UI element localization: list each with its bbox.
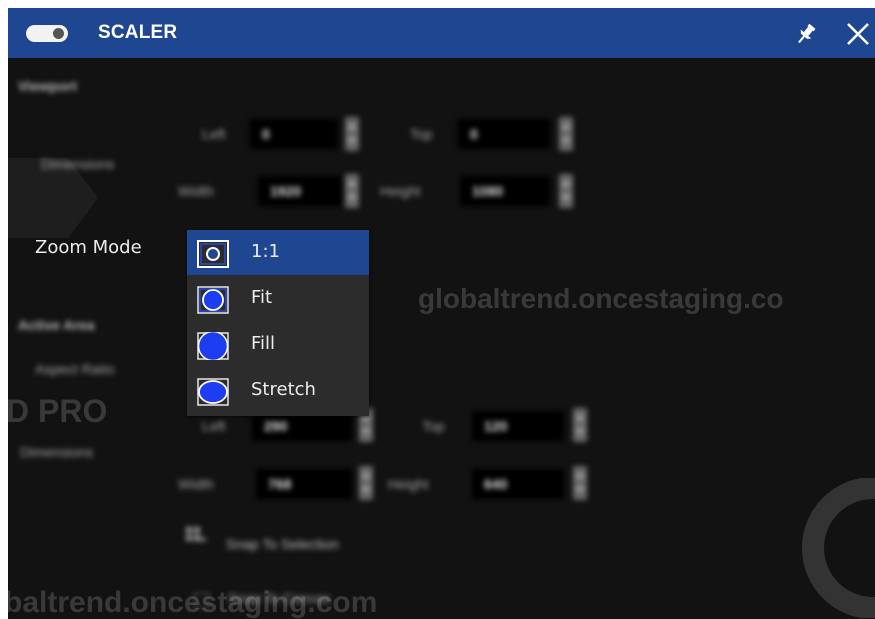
viewport-top-label: Top	[410, 126, 433, 142]
active-top-stepper[interactable]	[573, 408, 587, 442]
viewport-top-input[interactable]: 0	[458, 119, 550, 149]
viewport-width-stepper[interactable]	[345, 174, 359, 208]
scaler-window: SCALER Viewport Dimensions Left 0 Top 0 …	[8, 8, 875, 619]
viewport-section-label: Viewport	[18, 78, 77, 94]
zoom-option-label: Stretch	[251, 379, 316, 400]
zoom-fill-icon	[197, 332, 229, 360]
viewport-width-input[interactable]: 1920	[258, 176, 342, 206]
window-title: SCALER	[98, 22, 178, 43]
active-area-section-label: Active Area	[18, 317, 95, 333]
snap-to-canvas-label[interactable]: Snap To Canvas	[228, 590, 330, 606]
toggle-switch-icon[interactable]	[26, 25, 68, 42]
active-left-label: Left	[202, 418, 226, 434]
watermark-shape	[8, 158, 98, 238]
active-width-label: Width	[178, 476, 214, 492]
viewport-width-label: Width	[178, 183, 214, 199]
scaler-content: Viewport Dimensions Left 0 Top 0 Width 1…	[8, 58, 875, 619]
active-area-dimensions-label: Dimensions	[20, 444, 94, 460]
zoom-option-fill[interactable]: Fill	[187, 322, 369, 367]
zoom-option-label: Fit	[251, 287, 273, 308]
title-bar: SCALER	[8, 8, 875, 58]
zoom-option-fit[interactable]: Fit	[187, 276, 369, 321]
zoom-option-label: Fill	[251, 333, 276, 354]
snap-to-selection-icon[interactable]	[185, 526, 207, 544]
pin-icon[interactable]	[793, 21, 819, 47]
active-top-label: Top	[422, 418, 445, 434]
watermark-logo	[802, 478, 875, 618]
zoom-fit-icon	[197, 286, 229, 314]
aspect-ratio-label: Aspect Ratio	[35, 361, 115, 377]
viewport-left-input[interactable]: 0	[250, 119, 338, 149]
zoom-mode-label: Zoom Mode	[35, 237, 142, 258]
snap-to-selection-label[interactable]: Snap To Selection	[226, 536, 339, 552]
zoom-mode-dropdown[interactable]: 1:1 Fit Fill Stretch	[187, 230, 369, 416]
zoom-option-stretch[interactable]: Stretch	[187, 368, 369, 413]
zoom-option-label: 1:1	[251, 241, 280, 262]
viewport-top-stepper[interactable]	[559, 117, 573, 151]
active-width-input[interactable]: 768	[256, 469, 352, 499]
toggle-knob	[53, 28, 64, 39]
viewport-height-input[interactable]: 1080	[460, 176, 550, 206]
zoom-stretch-icon	[197, 378, 229, 406]
viewport-left-label: Left	[202, 126, 226, 142]
viewport-height-stepper[interactable]	[559, 174, 573, 208]
zoom-1to1-icon	[197, 240, 229, 268]
active-width-stepper[interactable]	[359, 466, 373, 500]
active-height-input[interactable]: 640	[472, 469, 564, 499]
active-height-label: Height	[388, 476, 429, 492]
viewport-height-label: Height	[380, 183, 421, 199]
close-icon[interactable]	[844, 20, 872, 48]
snap-to-canvas-checkbox[interactable]	[194, 593, 209, 608]
active-height-stepper[interactable]	[573, 466, 587, 500]
viewport-left-stepper[interactable]	[345, 117, 359, 151]
active-top-input[interactable]: 120	[472, 411, 564, 441]
zoom-option-1to1[interactable]: 1:1	[187, 230, 369, 275]
